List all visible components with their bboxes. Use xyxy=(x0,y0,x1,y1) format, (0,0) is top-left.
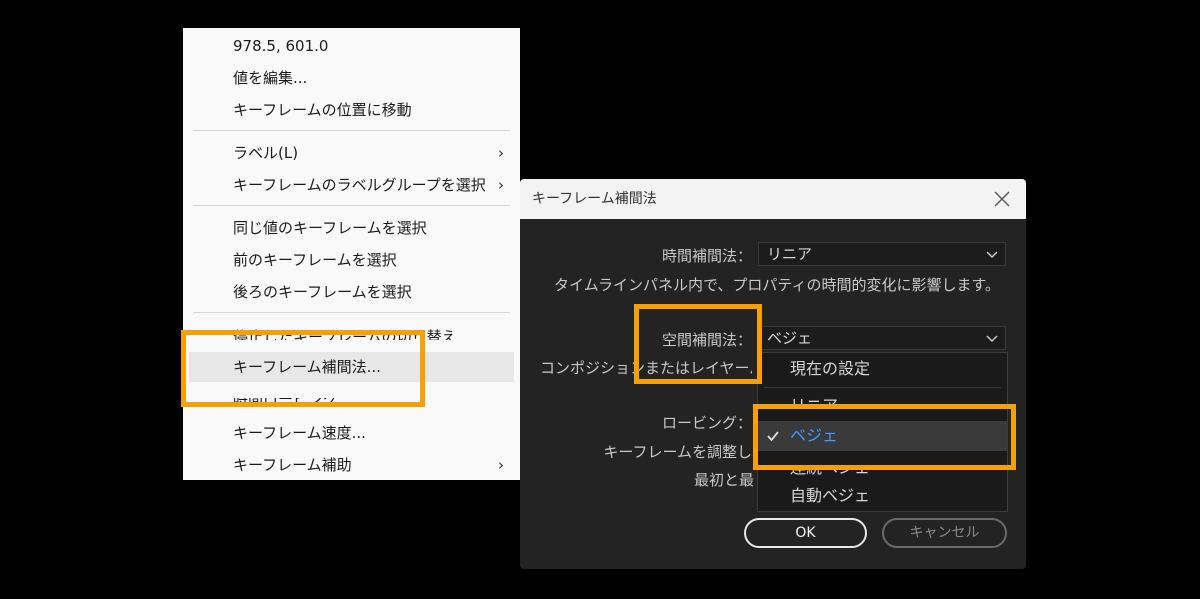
menu-separator xyxy=(193,312,510,313)
close-button[interactable] xyxy=(988,185,1016,213)
spatial-interpolation-value: ベジェ xyxy=(767,329,813,347)
temporal-interpolation-select[interactable]: リニア xyxy=(758,242,1006,266)
menu-item-keyframe-assistant[interactable]: キーフレーム補助 › xyxy=(183,450,520,480)
cancel-button[interactable]: キャンセル xyxy=(882,518,1007,548)
chevron-down-icon xyxy=(986,251,998,258)
chevron-down-icon xyxy=(986,335,998,342)
menu-item-label: キーフレーム補間法... xyxy=(233,358,381,376)
menu-item-label: ラベル(L) xyxy=(233,144,299,162)
temporal-interpolation-description: タイムラインパネル内で、プロパティの時間的変化に影響します。 xyxy=(554,276,1000,294)
dialog-title: キーフレーム補間法 xyxy=(532,191,657,207)
roving-label: ロービング： xyxy=(661,414,752,432)
dialog-titlebar: キーフレーム補間法 xyxy=(520,179,1026,219)
close-icon xyxy=(994,191,1010,207)
dropdown-option-bezier[interactable]: ベジェ xyxy=(758,421,1007,451)
dropdown-option-auto-bezier[interactable]: 自動ベジェ xyxy=(758,481,1007,511)
context-menu: 978.5, 601.0 値を編集... キーフレームの位置に移動 ラベル(L)… xyxy=(183,28,520,480)
chevron-right-icon: › xyxy=(498,144,504,162)
dropdown-option-continuous-bezier[interactable]: 連続ベジェ xyxy=(758,453,1007,483)
menu-item-label: キーフレーム速度... xyxy=(233,424,366,442)
menu-item-label: 後ろのキーフレームを選択 xyxy=(233,283,412,301)
menu-item-label: キーフレーム補助 xyxy=(233,456,352,474)
menu-separator xyxy=(193,205,510,206)
dropdown-option-label: 自動ベジェ xyxy=(790,486,871,505)
dropdown-option-label: 現在の設定 xyxy=(790,359,871,378)
menu-item-keyframe-interpolation[interactable]: キーフレーム補間法... xyxy=(189,352,514,382)
dropdown-option-label: 連続ベジェ xyxy=(790,458,871,477)
spatial-interpolation-label: 空間補間法： xyxy=(661,331,752,349)
menu-item-label: 前のキーフレームを選択 xyxy=(233,251,397,269)
spatial-interpolation-select[interactable]: ベジェ xyxy=(758,326,1006,350)
menu-item-label: 停止したキーフレームの切り替え xyxy=(233,328,457,346)
menu-item-label: 時間ロービング xyxy=(233,390,339,408)
dropdown-option-current-settings[interactable]: 現在の設定 xyxy=(758,354,1007,384)
menu-item-label: 値を編集... xyxy=(233,69,308,87)
roving-description-2: 最初と最 xyxy=(693,471,754,489)
temporal-interpolation-label: 時間補間法： xyxy=(661,247,752,265)
menu-item-go-to-keyframe-time[interactable]: キーフレームの位置に移動 xyxy=(183,95,520,125)
menu-item-keyframe-velocity[interactable]: キーフレーム速度... xyxy=(183,418,520,448)
menu-item-select-label-group[interactable]: キーフレームのラベルグループを選択 › xyxy=(183,170,520,200)
roving-description: キーフレームを調整し xyxy=(603,443,752,461)
menu-separator xyxy=(193,130,510,131)
menu-item-select-equal-keyframes[interactable]: 同じ値のキーフレームを選択 xyxy=(183,213,520,243)
dropdown-option-linear[interactable]: リニア xyxy=(758,391,1007,421)
dropdown-option-label: ベジェ xyxy=(790,426,839,445)
menu-item-select-previous-keyframes[interactable]: 前のキーフレームを選択 xyxy=(183,245,520,275)
spatial-interpolation-dropdown: 現在の設定 リニア ベジェ 連続ベジェ 自動ベジェ xyxy=(757,352,1008,512)
menu-item-edit-value[interactable]: 値を編集... xyxy=(183,63,520,93)
menu-item-label: 978.5, 601.0 xyxy=(233,37,329,55)
dropdown-separator xyxy=(764,387,1001,388)
ok-button[interactable]: OK xyxy=(744,518,867,548)
temporal-interpolation-value: リニア xyxy=(767,245,813,263)
chevron-right-icon: › xyxy=(498,456,504,474)
menu-item-rove-across-time[interactable]: 時間ロービング xyxy=(183,384,520,414)
menu-item-value-readout[interactable]: 978.5, 601.0 xyxy=(183,31,520,61)
chevron-right-icon: › xyxy=(498,176,504,194)
menu-item-label-submenu[interactable]: ラベル(L) › xyxy=(183,138,520,168)
dropdown-option-label: リニア xyxy=(790,396,839,415)
menu-item-toggle-hold-keyframe[interactable]: 停止したキーフレームの切り替え xyxy=(183,322,520,352)
menu-item-label: 同じ値のキーフレームを選択 xyxy=(233,219,427,237)
spatial-interpolation-description: コンポジションまたはレイヤーパネル内 xyxy=(540,359,752,377)
checkmark-icon xyxy=(767,431,779,442)
menu-item-label: キーフレームのラベルグループを選択 xyxy=(233,176,486,194)
menu-item-label: キーフレームの位置に移動 xyxy=(233,101,412,119)
menu-item-select-following-keyframes[interactable]: 後ろのキーフレームを選択 xyxy=(183,277,520,307)
